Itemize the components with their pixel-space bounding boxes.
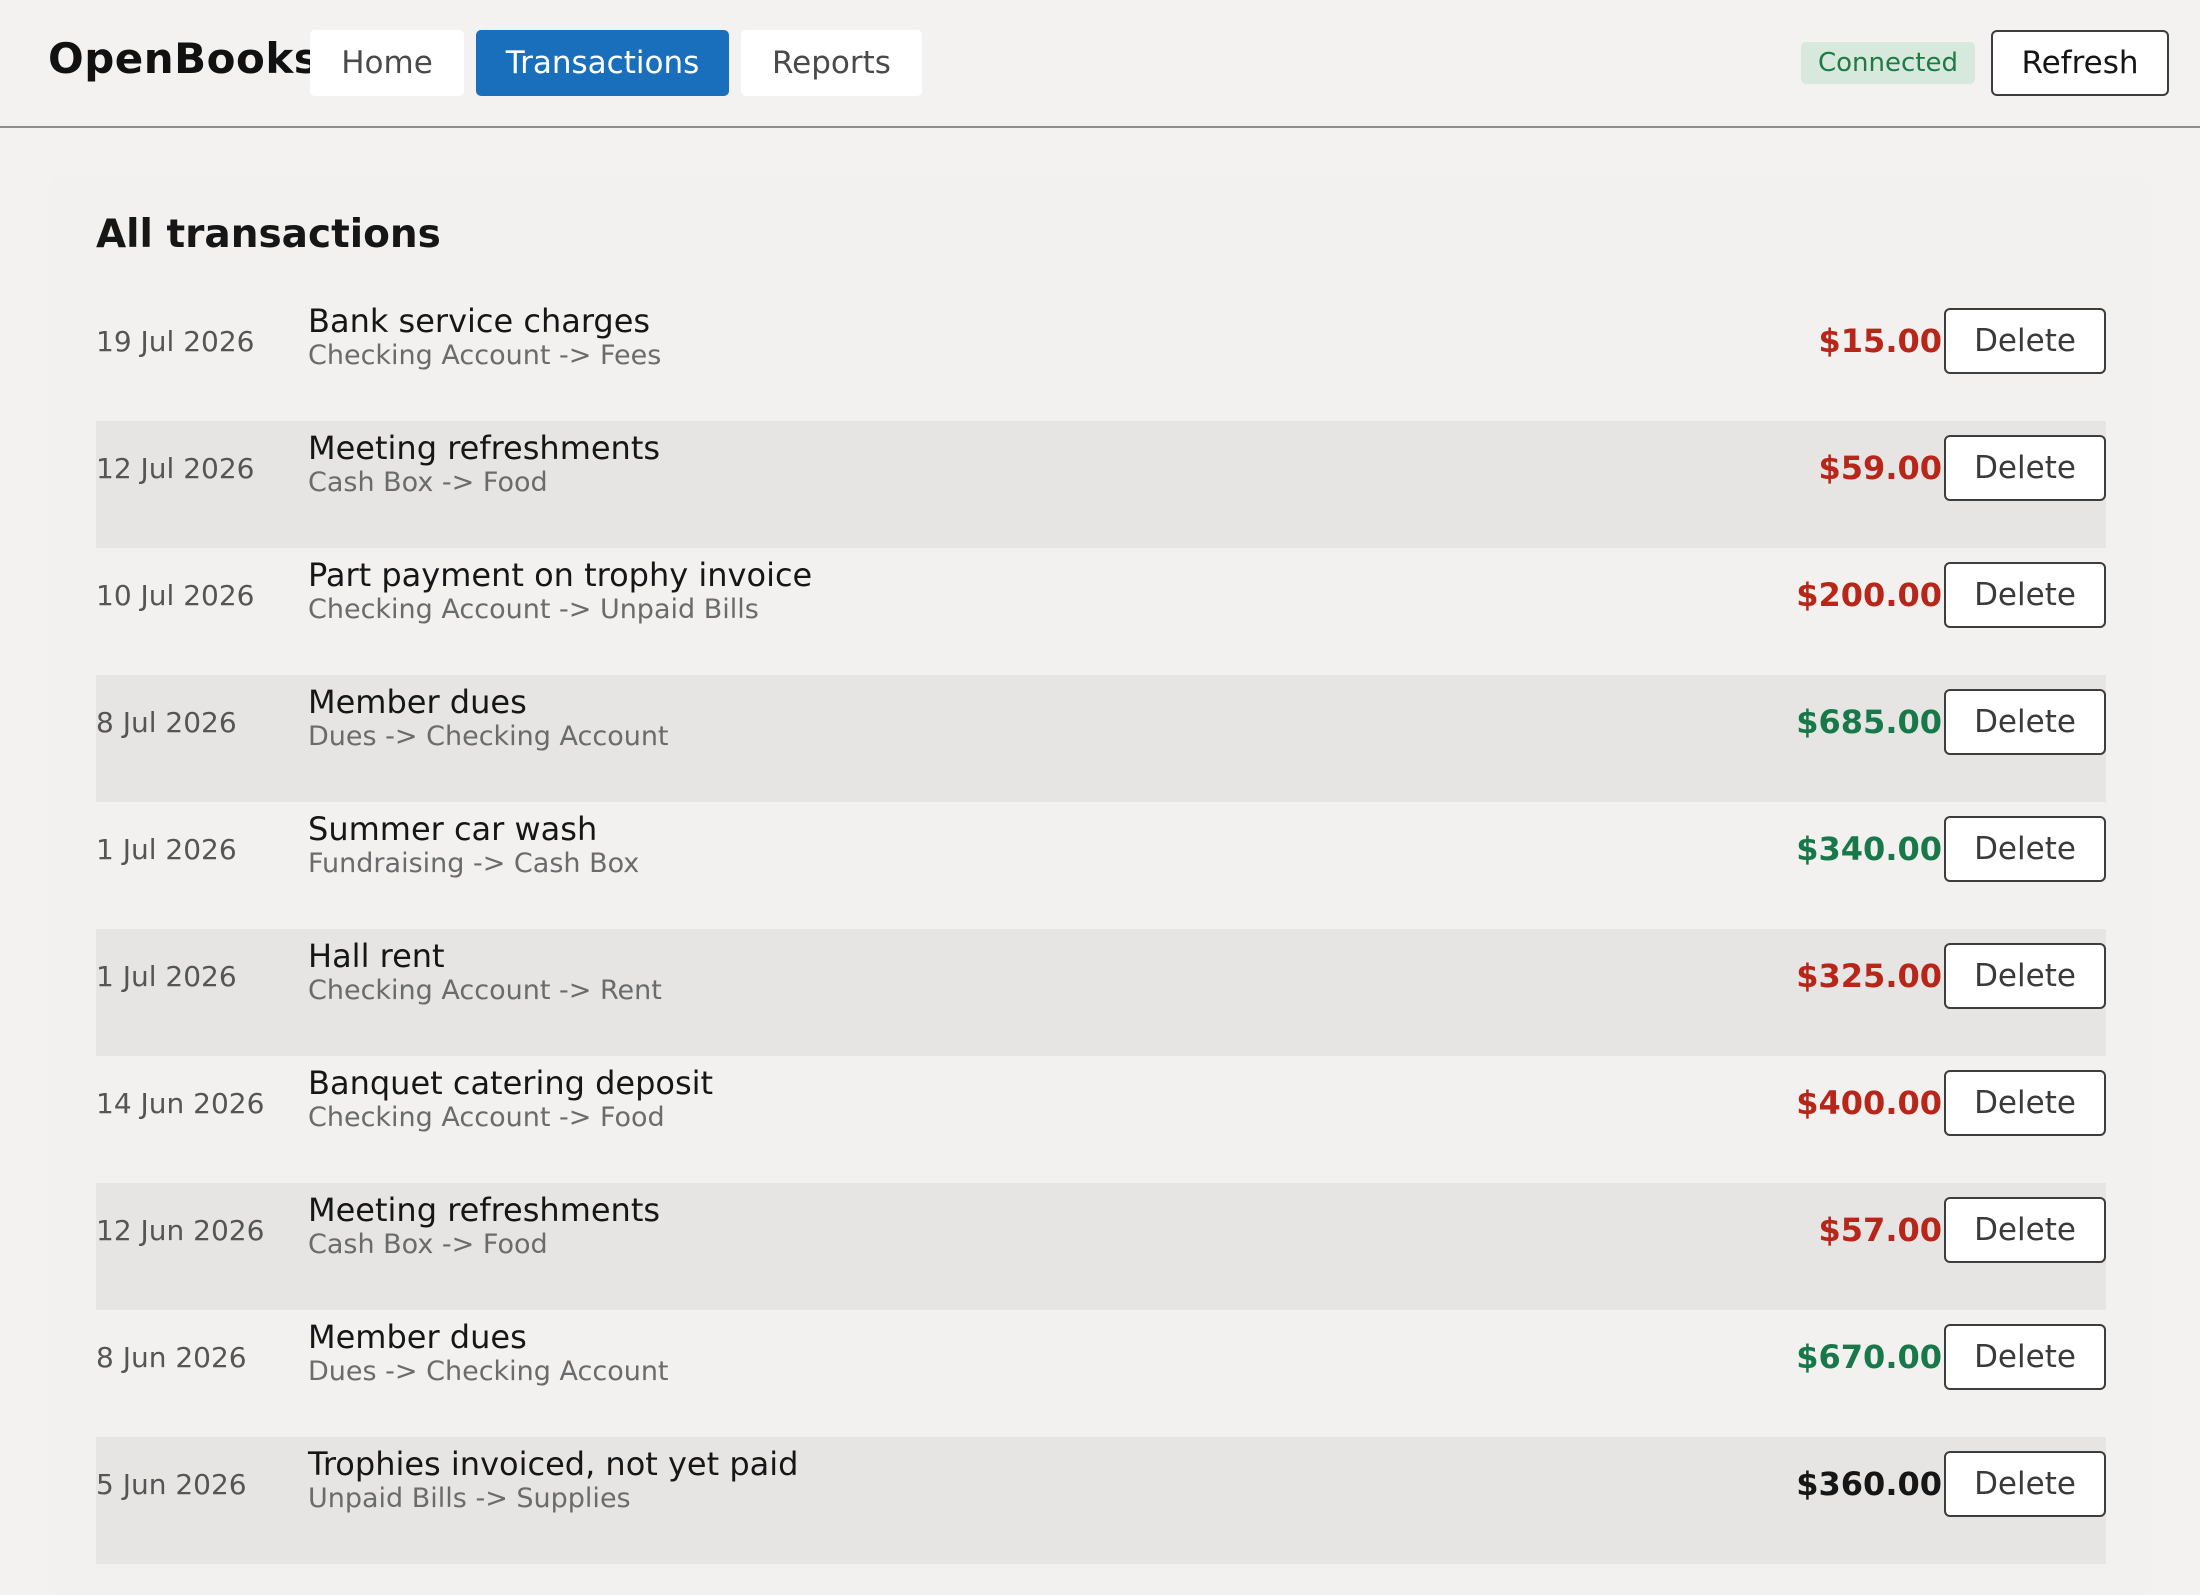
transaction-row: 5 Jun 2026 Trophies invoiced, not yet pa…: [96, 1437, 2106, 1564]
delete-button[interactable]: Delete: [1944, 689, 2106, 755]
delete-button[interactable]: Delete: [1944, 435, 2106, 501]
delete-button[interactable]: Delete: [1944, 816, 2106, 882]
transaction-route: Checking Account -> Rent: [308, 975, 662, 1006]
delete-button[interactable]: Delete: [1944, 308, 2106, 374]
transaction-row: 8 Jun 2026 Member dues Dues -> Checking …: [96, 1310, 2106, 1437]
transaction-amount: $59.00: [1818, 449, 1942, 487]
transaction-row: 1 Jul 2026 Summer car wash Fundraising -…: [96, 802, 2106, 929]
transaction-list: 19 Jul 2026 Bank service charges Checkin…: [96, 294, 2106, 1564]
transaction-amount: $15.00: [1818, 322, 1942, 360]
transaction-description: Trophies invoiced, not yet paid: [308, 1445, 799, 1483]
transaction-date: 14 Jun 2026: [96, 1086, 265, 1120]
transaction-description: Member dues: [308, 683, 527, 721]
transaction-description: Member dues: [308, 1318, 527, 1356]
transaction-row: 8 Jul 2026 Member dues Dues -> Checking …: [96, 675, 2106, 802]
app-brand: OpenBooks: [48, 34, 320, 83]
transaction-date: 1 Jul 2026: [96, 959, 237, 993]
refresh-button[interactable]: Refresh: [1991, 30, 2169, 96]
transaction-row: 10 Jul 2026 Part payment on trophy invoi…: [96, 548, 2106, 675]
transaction-amount: $57.00: [1818, 1211, 1942, 1249]
transaction-date: 8 Jul 2026: [96, 705, 237, 739]
transaction-row: 1 Jul 2026 Hall rent Checking Account ->…: [96, 929, 2106, 1056]
delete-button[interactable]: Delete: [1944, 1197, 2106, 1263]
transaction-route: Dues -> Checking Account: [308, 721, 669, 752]
transaction-description: Summer car wash: [308, 810, 598, 848]
transaction-route: Cash Box -> Food: [308, 467, 548, 498]
transaction-amount: $340.00: [1796, 830, 1942, 868]
transaction-amount: $670.00: [1796, 1338, 1942, 1376]
transaction-description: Part payment on trophy invoice: [308, 556, 813, 594]
transaction-date: 5 Jun 2026: [96, 1467, 247, 1501]
delete-button[interactable]: Delete: [1944, 562, 2106, 628]
tab-home[interactable]: Home: [310, 30, 464, 96]
transaction-amount: $360.00: [1796, 1465, 1942, 1503]
transaction-date: 19 Jul 2026: [96, 324, 255, 358]
transaction-date: 8 Jun 2026: [96, 1340, 247, 1374]
page-title: All transactions: [96, 212, 441, 257]
delete-button[interactable]: Delete: [1944, 943, 2106, 1009]
transaction-description: Hall rent: [308, 937, 445, 975]
transaction-route: Fundraising -> Cash Box: [308, 848, 640, 879]
transaction-description: Banquet catering deposit: [308, 1064, 714, 1102]
transaction-amount: $200.00: [1796, 576, 1942, 614]
transaction-amount: $325.00: [1796, 957, 1942, 995]
transaction-amount: $400.00: [1796, 1084, 1942, 1122]
transaction-row: 12 Jun 2026 Meeting refreshments Cash Bo…: [96, 1183, 2106, 1310]
transaction-description: Meeting refreshments: [308, 1191, 661, 1229]
transaction-date: 10 Jul 2026: [96, 578, 255, 612]
transaction-description: Bank service charges: [308, 302, 651, 340]
transaction-row: 14 Jun 2026 Banquet catering deposit Che…: [96, 1056, 2106, 1183]
transaction-date: 1 Jul 2026: [96, 832, 237, 866]
transaction-description: Meeting refreshments: [308, 429, 661, 467]
transaction-route: Checking Account -> Food: [308, 1102, 665, 1133]
top-bar: OpenBooks Home Transactions Reports Conn…: [0, 0, 2200, 128]
tab-transactions[interactable]: Transactions: [476, 30, 729, 96]
transaction-row: 19 Jul 2026 Bank service charges Checkin…: [96, 294, 2106, 421]
transaction-route: Checking Account -> Fees: [308, 340, 662, 371]
delete-button[interactable]: Delete: [1944, 1324, 2106, 1390]
transaction-route: Checking Account -> Unpaid Bills: [308, 594, 759, 625]
transaction-date: 12 Jun 2026: [96, 1213, 265, 1247]
transaction-route: Dues -> Checking Account: [308, 1356, 669, 1387]
tab-reports[interactable]: Reports: [741, 30, 922, 96]
delete-button[interactable]: Delete: [1944, 1451, 2106, 1517]
delete-button[interactable]: Delete: [1944, 1070, 2106, 1136]
connection-status-badge: Connected: [1801, 42, 1975, 84]
transaction-date: 12 Jul 2026: [96, 451, 255, 485]
transaction-route: Unpaid Bills -> Supplies: [308, 1483, 631, 1514]
transaction-amount: $685.00: [1796, 703, 1942, 741]
transaction-row: 12 Jul 2026 Meeting refreshments Cash Bo…: [96, 421, 2106, 548]
transaction-route: Cash Box -> Food: [308, 1229, 548, 1260]
